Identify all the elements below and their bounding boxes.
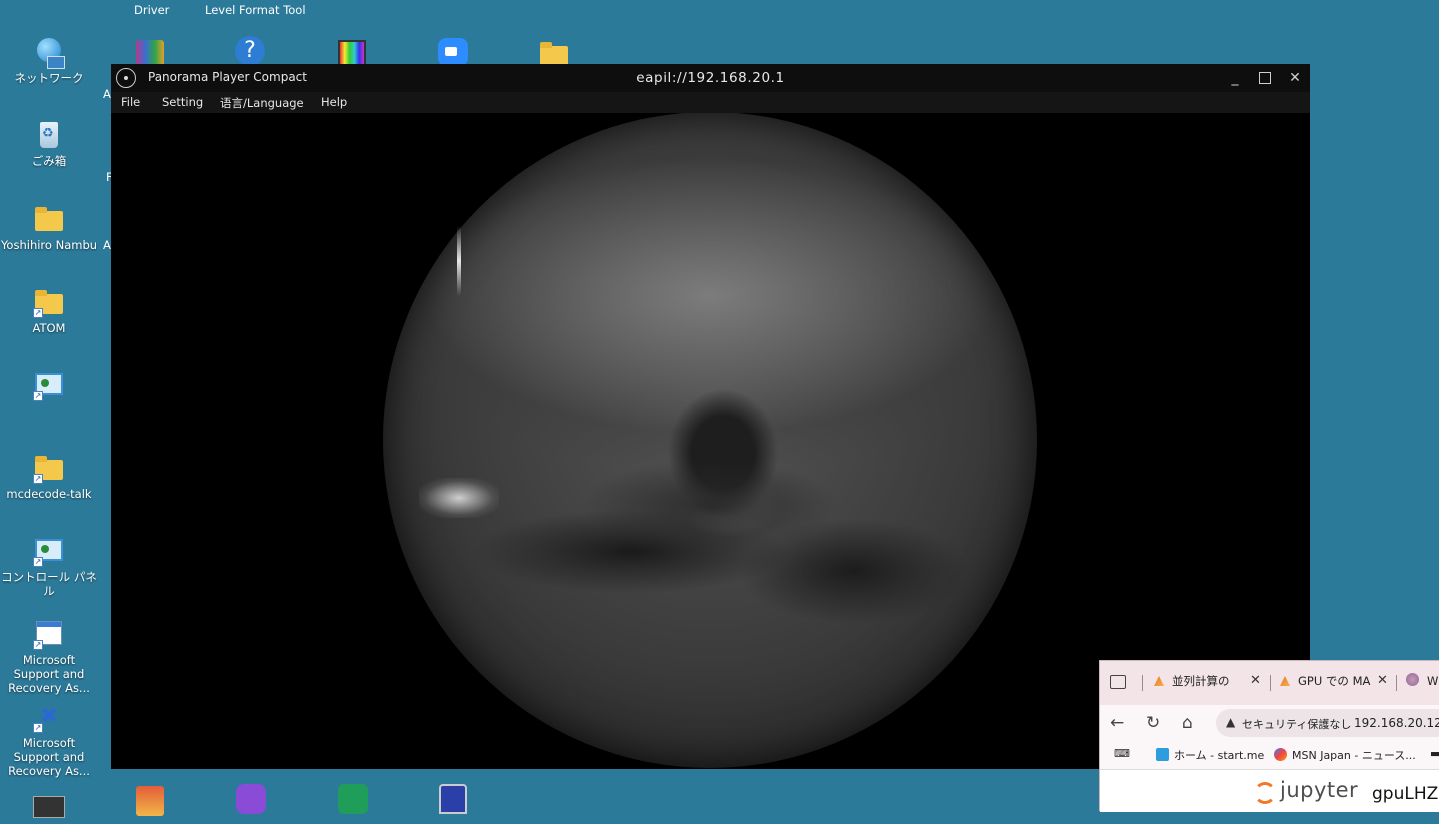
desktop-icon-ms-support-2[interactable]: ✖ ↗ Microsoft Support and Recovery As...: [0, 701, 99, 779]
tab-separator: [1270, 675, 1271, 691]
matlab-favicon-icon: [1280, 676, 1290, 686]
tab-parallel-compute[interactable]: 並列計算の ✕: [1154, 673, 1264, 695]
matlab-favicon-icon: [1154, 676, 1164, 686]
bottom-app-icon-4[interactable]: [337, 782, 373, 814]
desktop-icon-atom[interactable]: ↗ ATOM: [0, 286, 99, 335]
shortcut-arrow-icon: ↗: [33, 391, 43, 401]
security-status[interactable]: セキュリティ保護なし: [1242, 716, 1351, 732]
jupyter-page: jupyter gpuLHZE: [1100, 769, 1439, 812]
back-arrow-icon[interactable]: ←: [1110, 713, 1124, 733]
menu-file[interactable]: File: [121, 95, 140, 109]
notebook-name[interactable]: gpuLHZE: [1372, 784, 1439, 804]
menu-bar: File Setting 语言/Language Help: [111, 92, 1310, 113]
clipped-icon-label: A: [103, 238, 111, 252]
tab-title: W: [1427, 674, 1439, 688]
monitor-icon: [47, 56, 65, 69]
desktop-icon-label: ATOM: [32, 321, 66, 335]
tab-title: GPU での MA: [1298, 674, 1371, 688]
clipped-icon-label: A: [103, 87, 111, 101]
tab-separator: [1142, 675, 1143, 691]
bookmarks-bar: ⌨ ホーム - start.me MSN Japan - ニュース... ▬: [1100, 741, 1439, 769]
tab-third[interactable]: W: [1406, 673, 1439, 695]
folder-icon: [35, 207, 63, 231]
startme-favicon-icon: [1156, 748, 1169, 761]
shortcut-arrow-icon: ↗: [33, 308, 43, 318]
desktop-icon-label: Yoshihiro Nambu: [0, 238, 98, 252]
tab-close-icon[interactable]: ✕: [1377, 673, 1388, 688]
desktop-icon-network[interactable]: ネットワーク: [0, 36, 99, 85]
tab-strip: 並列計算の ✕ GPU での MA ✕ W: [1100, 661, 1439, 705]
desktop-icon-label: ネットワーク: [14, 71, 84, 85]
bottom-app-icon-5[interactable]: [437, 782, 473, 814]
shortcut-arrow-icon: ↗: [33, 474, 43, 484]
minimize-button[interactable]: _: [1220, 66, 1250, 90]
address-bar[interactable]: ▲ セキュリティ保護なし 192.168.20.12: [1216, 709, 1439, 737]
desktop-icon-label: コントロール パネル: [1, 570, 97, 598]
bottom-app-icon-1[interactable]: [31, 794, 67, 824]
browser-window[interactable]: 並列計算の ✕ GPU での MA ✕ W ← ↻ ⌂ ▲ セキュリティ保護なし…: [1099, 660, 1439, 812]
shortcut-arrow-icon: ↗: [33, 723, 43, 733]
help-icon[interactable]: ?: [234, 36, 270, 66]
tab-title: 並列計算の: [1172, 674, 1230, 688]
desktop-icon-recycle-bin[interactable]: ごみ箱: [0, 119, 99, 168]
desktop-icon-ms-support-1[interactable]: ↗ Microsoft Support and Recovery As...: [0, 618, 99, 695]
menu-language[interactable]: 语言/Language: [220, 95, 304, 111]
menu-setting[interactable]: Setting: [162, 95, 203, 109]
tab-close-icon[interactable]: ✕: [1250, 673, 1261, 688]
bookmark-msn[interactable]: MSN Japan - ニュース...: [1274, 747, 1416, 763]
desktop-icon-mcdecode-talk[interactable]: ↗ mcdecode-talk: [0, 452, 99, 501]
tab-gpu-matlab[interactable]: GPU での MA ✕: [1280, 673, 1390, 695]
warning-icon: ▲: [1226, 715, 1236, 729]
jupyter-wordmark[interactable]: jupyter: [1280, 778, 1358, 802]
menu-help[interactable]: Help: [321, 95, 347, 109]
desktop-icon-label: mcdecode-talk: [6, 487, 92, 501]
desktop-icon-control-panel[interactable]: ↗ コントロール パネル: [0, 535, 99, 598]
monitor-glow: [419, 478, 499, 518]
ceiling-light-reflection: [457, 226, 461, 296]
desktop-icon-control-panel-shortcut[interactable]: ↗: [0, 369, 99, 404]
maximize-button[interactable]: [1250, 66, 1280, 90]
desktop-icon-label: Microsoft Support and Recovery As...: [8, 653, 90, 695]
desktop-top-label-level-format-tool[interactable]: Level Format Tool: [205, 3, 306, 17]
bottom-app-icon-3[interactable]: [234, 782, 270, 814]
bookmark-more-icon[interactable]: ▬: [1430, 747, 1439, 760]
desktop-icon-user-folder[interactable]: Yoshihiro Nambu: [0, 203, 99, 252]
shortcut-arrow-icon: ↗: [33, 557, 43, 567]
title-bar[interactable]: Panorama Player Compact eapil://192.168.…: [111, 64, 1310, 92]
bookmark-label: ホーム - start.me: [1174, 749, 1265, 762]
reload-icon[interactable]: ↻: [1146, 713, 1160, 733]
navigation-bar: ← ↻ ⌂ ▲ セキュリティ保護なし 192.168.20.12: [1100, 705, 1439, 741]
tab-actions-icon[interactable]: [1110, 675, 1126, 689]
fisheye-video-frame[interactable]: [383, 113, 1037, 768]
recycle-bin-icon: [40, 122, 58, 148]
bookmark-startme[interactable]: ホーム - start.me: [1156, 747, 1264, 763]
msn-favicon-icon: [1274, 748, 1287, 761]
bookmark-toggle-icon[interactable]: ⌨: [1114, 747, 1130, 760]
desktop-icon-label: Microsoft Support and Recovery As...: [8, 736, 90, 778]
window-title: eapil://192.168.20.1: [636, 70, 785, 86]
jupyter-logo-icon[interactable]: [1254, 782, 1276, 804]
maximize-icon: [1259, 72, 1271, 84]
close-button[interactable]: ✕: [1280, 66, 1310, 90]
tab-favicon-icon: [1406, 673, 1419, 686]
desktop-top-label-driver[interactable]: Driver: [134, 3, 169, 17]
bookmark-label: MSN Japan - ニュース...: [1292, 749, 1416, 762]
home-icon[interactable]: ⌂: [1182, 713, 1193, 733]
tab-separator: [1396, 675, 1397, 691]
desktop-icon-label: ごみ箱: [31, 154, 67, 168]
url-text[interactable]: 192.168.20.12: [1354, 716, 1439, 730]
shortcut-arrow-icon: ↗: [33, 640, 43, 650]
